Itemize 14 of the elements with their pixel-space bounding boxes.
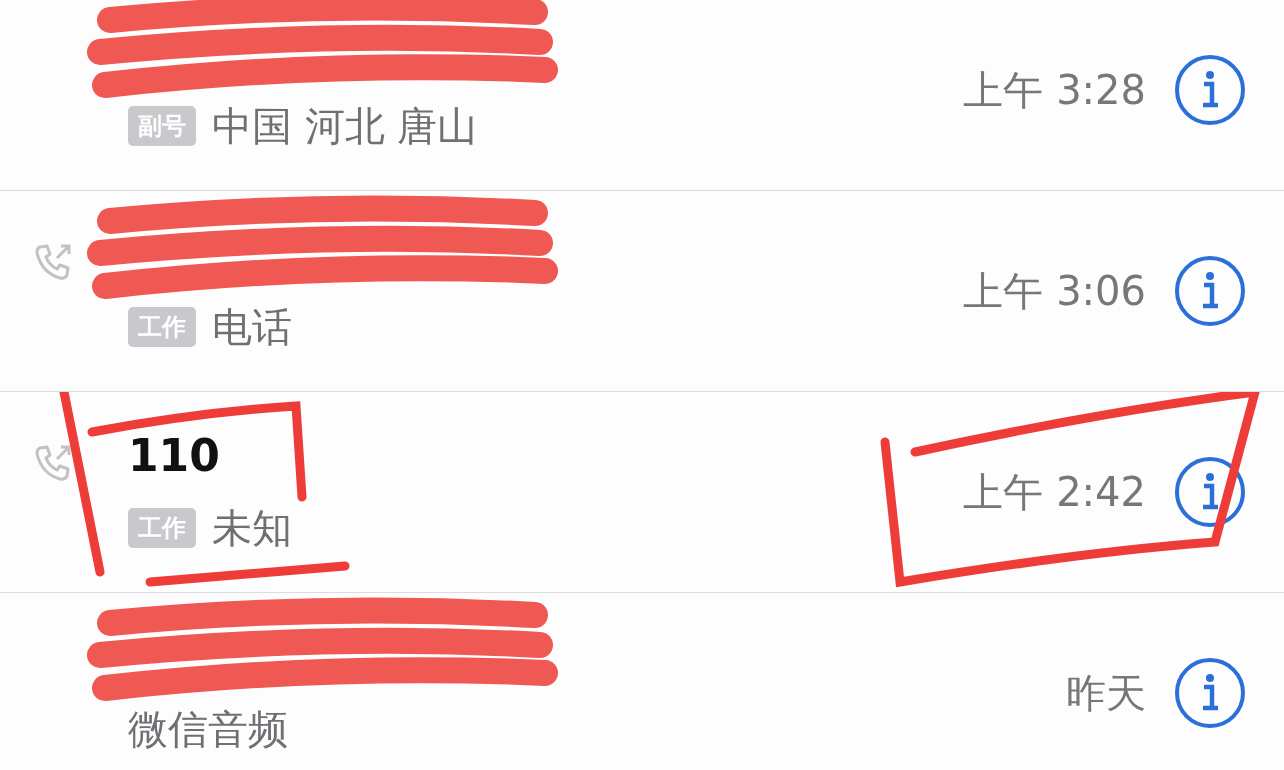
call-row[interactable]: 微信音频 昨天 [0, 593, 1284, 770]
info-icon[interactable] [1174, 255, 1246, 327]
call-time: 昨天 [1066, 668, 1147, 718]
call-detail: 电话 [212, 302, 292, 352]
call-detail: 中国 河北 唐山 [212, 101, 478, 151]
info-icon[interactable] [1174, 456, 1246, 528]
call-time: 上午 2:42 [963, 467, 1147, 517]
call-detail: 未知 [212, 503, 292, 553]
info-icon[interactable] [1174, 54, 1246, 126]
caller-name: 110 [128, 429, 220, 481]
info-icon[interactable] [1174, 657, 1246, 729]
call-time: 上午 3:28 [963, 65, 1147, 115]
call-detail: 微信音频 [128, 704, 288, 754]
call-time: 上午 3:06 [963, 266, 1147, 316]
